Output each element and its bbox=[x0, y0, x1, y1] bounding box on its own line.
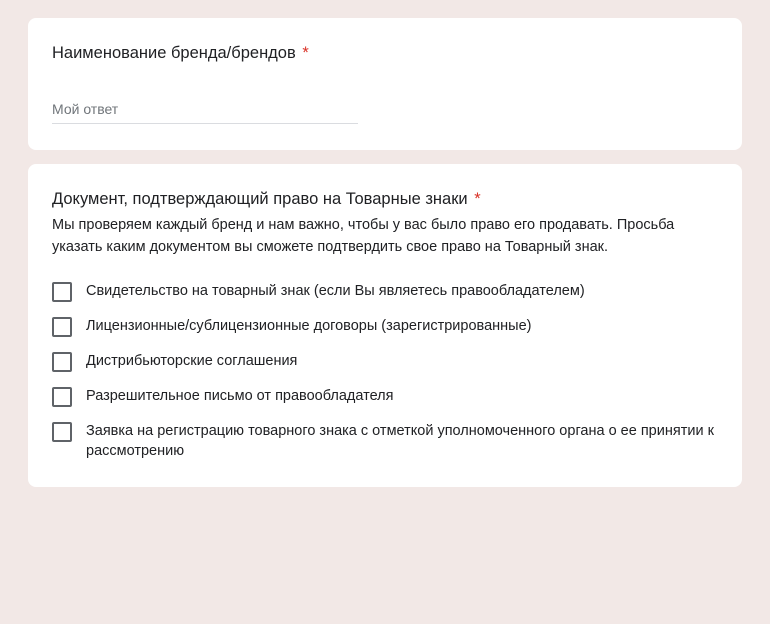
brand-name-input[interactable] bbox=[52, 97, 358, 124]
required-asterisk: * bbox=[302, 44, 308, 62]
checkbox-icon[interactable] bbox=[52, 387, 72, 407]
question-title: Документ, подтверждающий право на Товарн… bbox=[52, 188, 718, 211]
option-label: Дистрибьюторские соглашения bbox=[86, 351, 297, 371]
checkbox-option[interactable]: Разрешительное письмо от правообладателя bbox=[52, 386, 718, 407]
required-asterisk: * bbox=[474, 190, 480, 208]
option-label: Заявка на регистрацию товарного знака с … bbox=[86, 421, 718, 462]
question-title-text: Наименование бренда/брендов bbox=[52, 44, 296, 62]
option-label: Свидетельство на товарный знак (если Вы … bbox=[86, 281, 585, 301]
checkbox-icon[interactable] bbox=[52, 317, 72, 337]
question-title-text: Документ, подтверждающий право на Товарн… bbox=[52, 190, 468, 208]
question-description: Мы проверяем каждый бренд и нам важно, ч… bbox=[52, 215, 718, 259]
checkbox-icon[interactable] bbox=[52, 422, 72, 442]
question-card-brand-name: Наименование бренда/брендов * bbox=[28, 18, 742, 150]
checkbox-option[interactable]: Свидетельство на товарный знак (если Вы … bbox=[52, 281, 718, 302]
question-title: Наименование бренда/брендов * bbox=[52, 42, 718, 65]
option-label: Лицензионные/сублицензионные договоры (з… bbox=[86, 316, 531, 336]
checkbox-option[interactable]: Дистрибьюторские соглашения bbox=[52, 351, 718, 372]
question-card-trademark-doc: Документ, подтверждающий право на Товарн… bbox=[28, 164, 742, 487]
checkbox-option[interactable]: Заявка на регистрацию товарного знака с … bbox=[52, 421, 718, 462]
option-label: Разрешительное письмо от правообладателя bbox=[86, 386, 393, 406]
checkbox-icon[interactable] bbox=[52, 282, 72, 302]
checkbox-options: Свидетельство на товарный знак (если Вы … bbox=[52, 281, 718, 462]
checkbox-option[interactable]: Лицензионные/сублицензионные договоры (з… bbox=[52, 316, 718, 337]
checkbox-icon[interactable] bbox=[52, 352, 72, 372]
